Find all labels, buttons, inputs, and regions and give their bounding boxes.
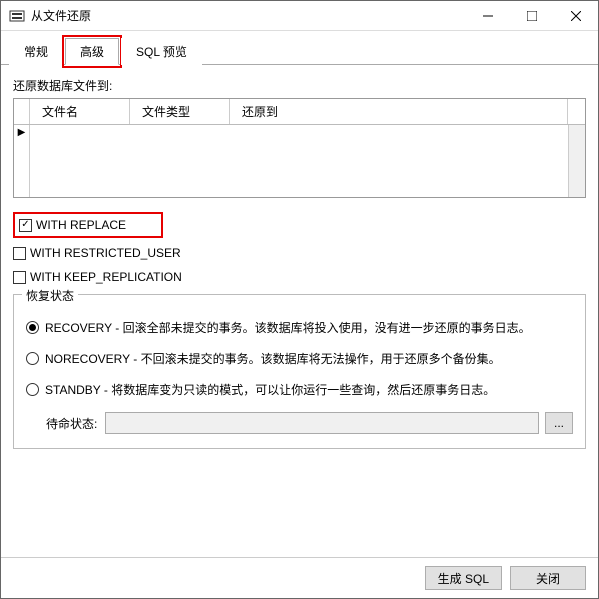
checkbox-icon <box>13 247 26 260</box>
with-replace-label: WITH REPLACE <box>36 218 126 232</box>
generate-sql-label: 生成 SQL <box>438 570 489 587</box>
window-title: 从文件还原 <box>31 7 466 24</box>
restore-to-label: 还原数据库文件到: <box>13 77 586 94</box>
recovery-option[interactable]: RECOVERY - 回滚全部未提交的事务。该数据库将投入使用，没有进一步还原的… <box>26 319 573 336</box>
recovery-state-legend: 恢复状态 <box>22 287 78 304</box>
with-keep-replication-option[interactable]: WITH KEEP_REPLICATION <box>13 268 586 286</box>
minimize-button[interactable] <box>466 1 510 30</box>
checkbox-icon: ✓ <box>19 219 32 232</box>
browse-button[interactable]: ... <box>545 412 573 434</box>
dialog-footer: 生成 SQL 关闭 <box>1 557 598 598</box>
column-filetype[interactable]: 文件类型 <box>130 99 230 124</box>
radio-icon <box>26 321 39 334</box>
column-restore-to[interactable]: 还原到 <box>230 99 568 124</box>
window-controls <box>466 1 598 30</box>
with-keep-replication-label: WITH KEEP_REPLICATION <box>30 270 182 284</box>
close-label: 关闭 <box>536 570 560 587</box>
tab-sql-preview[interactable]: SQL 预览 <box>121 38 202 65</box>
recovery-label: RECOVERY - 回滚全部未提交的事务。该数据库将投入使用，没有进一步还原的… <box>45 319 531 336</box>
close-button[interactable] <box>554 1 598 30</box>
norecovery-label: NORECOVERY - 不回滚未提交的事务。该数据库将无法操作，用于还原多个备… <box>45 350 501 367</box>
standby-state-label: 待命状态: <box>46 415 97 432</box>
recovery-state-group: 恢复状态 RECOVERY - 回滚全部未提交的事务。该数据库将投入使用，没有进… <box>13 294 586 449</box>
tab-general[interactable]: 常规 <box>9 38 63 65</box>
app-icon <box>9 8 25 24</box>
with-restricted-user-label: WITH RESTRICTED_USER <box>30 246 181 260</box>
with-replace-option[interactable]: ✓ WITH REPLACE <box>13 212 163 238</box>
column-filename[interactable]: 文件名 <box>30 99 130 124</box>
tab-advanced[interactable]: 高级 <box>65 38 119 65</box>
standby-label: STANDBY - 将数据库变为只读的模式，可以让你运行一些查询，然后还原事务日… <box>45 381 495 398</box>
restore-files-table[interactable]: 文件名 文件类型 还原到 ▶ <box>13 98 586 198</box>
generate-sql-button[interactable]: 生成 SQL <box>425 566 502 590</box>
table-body: ▶ <box>14 125 585 197</box>
with-restricted-user-option[interactable]: WITH RESTRICTED_USER <box>13 244 586 262</box>
tab-bar: 常规 高级 SQL 预览 <box>1 31 598 65</box>
radio-icon <box>26 352 39 365</box>
checkbox-icon <box>13 271 26 284</box>
titlebar: 从文件还原 <box>1 1 598 31</box>
row-indicator-icon: ▶ <box>14 125 30 197</box>
close-dialog-button[interactable]: 关闭 <box>510 566 586 590</box>
table-header: 文件名 文件类型 还原到 <box>14 99 585 125</box>
browse-label: ... <box>554 416 564 430</box>
standby-state-input[interactable] <box>105 412 539 434</box>
standby-option[interactable]: STANDBY - 将数据库变为只读的模式，可以让你运行一些查询，然后还原事务日… <box>26 381 573 398</box>
table-row[interactable] <box>30 125 568 197</box>
radio-icon <box>26 383 39 396</box>
norecovery-option[interactable]: NORECOVERY - 不回滚未提交的事务。该数据库将无法操作，用于还原多个备… <box>26 350 573 367</box>
standby-state-row: 待命状态: ... <box>46 412 573 434</box>
content-area: 还原数据库文件到: 文件名 文件类型 还原到 ▶ ✓ WITH REPLACE … <box>1 65 598 557</box>
maximize-button[interactable] <box>510 1 554 30</box>
vertical-scrollbar[interactable] <box>568 125 585 197</box>
